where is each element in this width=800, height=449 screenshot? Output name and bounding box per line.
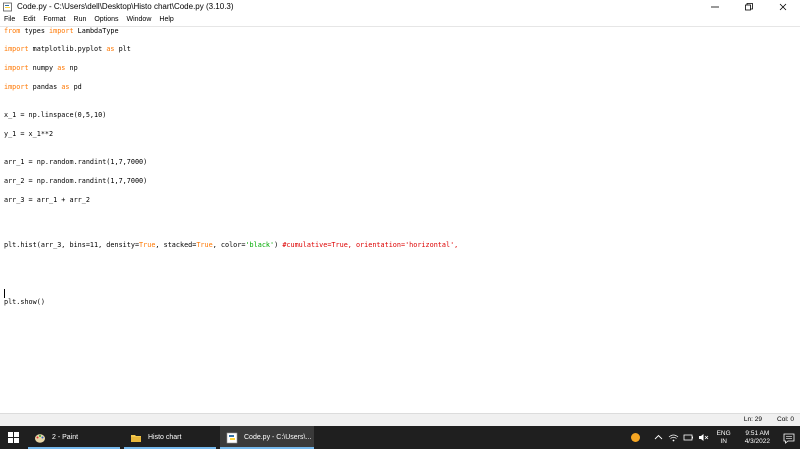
keyword: import (4, 83, 29, 91)
chevron-up-icon[interactable] (653, 432, 664, 444)
comment: #cumulative=True, orientation='horizonta… (282, 241, 459, 249)
windows-icon (7, 432, 19, 443)
code-line: import matplotlib.pyplot as plt (4, 45, 131, 54)
minimize-icon (711, 6, 719, 7)
keyword: True (196, 241, 213, 249)
keyword: as (106, 45, 115, 53)
keyword: import (49, 27, 74, 35)
code-line: arr_2 = np.random.randint(1,7,7000) (4, 177, 148, 185)
python-idle-icon (226, 432, 238, 444)
title-bar: Code.py - C:\Users\dell\Desktop\Histo ch… (0, 0, 800, 13)
code-text: plt.hist(arr_3, bins=11, density= (4, 241, 140, 249)
code-text: , stacked= (155, 241, 197, 249)
taskbar-item-folder[interactable]: Histo chart (124, 426, 216, 449)
menu-format[interactable]: Format (39, 16, 69, 23)
code-text: np (65, 64, 78, 72)
code-text: types (20, 27, 50, 35)
code-text: pd (69, 83, 82, 91)
taskbar-label: 2 - Paint (52, 434, 79, 441)
code-line: y_1 = x_1**2 (4, 130, 54, 138)
time: 9:51 AM (745, 429, 770, 437)
system-tray: ENG IN 9:51 AM 4/3/2022 (628, 426, 800, 449)
keyword: True (139, 241, 156, 249)
maximize-button[interactable] (732, 0, 766, 13)
menu-window[interactable]: Window (122, 16, 155, 23)
date: 4/3/2022 (744, 437, 770, 445)
taskbar-label: Code.py - C:\Users\... (244, 434, 312, 441)
code-text: matplotlib.pyplot (28, 45, 107, 53)
status-bar: Ln: 29 Col: 0 (0, 413, 800, 426)
code-line: import pandas as pd (4, 83, 82, 92)
restore-icon (745, 2, 753, 10)
notification-icon (783, 433, 795, 444)
code-line: import numpy as np (4, 64, 78, 73)
string-literal: 'black' (245, 241, 275, 249)
language-indicator[interactable]: ENG IN (717, 430, 731, 446)
python-icon (3, 2, 13, 12)
code-editor[interactable]: from types import LambdaType import matp… (0, 26, 800, 413)
code-text: LambdaType (73, 27, 119, 35)
taskbar-item-idle[interactable]: Code.py - C:\Users\... (220, 426, 314, 449)
menu-file[interactable]: File (0, 16, 19, 23)
menu-edit[interactable]: Edit (19, 16, 39, 23)
code-line: plt.hist(arr_3, bins=11, density=True, s… (4, 241, 458, 250)
code-line: arr_3 = arr_1 + arr_2 (4, 196, 90, 204)
taskbar-item-paint[interactable]: 2 - Paint (28, 426, 120, 449)
code-line: plt.show() (4, 298, 45, 306)
notification-button[interactable] (778, 426, 800, 449)
network-icon[interactable] (668, 432, 679, 444)
menu-help[interactable]: Help (155, 16, 177, 23)
close-button[interactable] (766, 0, 800, 13)
language-code: ENG (716, 429, 731, 437)
code-line: x_1 = np.linspace(0,5,10) (4, 111, 107, 119)
code-text: pandas (28, 83, 62, 91)
battery-icon[interactable] (683, 432, 694, 444)
start-button[interactable] (0, 426, 26, 449)
close-icon (779, 3, 787, 10)
code-line: from types import LambdaType (4, 27, 119, 36)
code-text: plt (114, 45, 131, 53)
minimize-button[interactable] (698, 0, 732, 13)
weather-icon[interactable] (630, 432, 641, 444)
code-text: numpy (28, 64, 58, 72)
text-cursor (4, 289, 5, 298)
menu-options[interactable]: Options (90, 16, 122, 23)
paint-icon (34, 432, 46, 444)
code-text: , color= (212, 241, 246, 249)
line-number: Ln: 29 (743, 416, 762, 423)
keyword: import (4, 64, 29, 72)
keyword: from (4, 27, 21, 35)
clock[interactable]: 9:51 AM 4/3/2022 (745, 430, 770, 446)
window-title: Code.py - C:\Users\dell\Desktop\Histo ch… (17, 2, 234, 11)
keyword: import (4, 45, 29, 53)
folder-icon (130, 432, 142, 444)
taskbar-label: Histo chart (148, 434, 182, 441)
menu-bar: File Edit Format Run Options Window Help (0, 13, 800, 25)
volume-muted-icon[interactable] (698, 432, 709, 444)
keyword: as (61, 83, 70, 91)
taskbar: 2 - Paint Histo chart Code.py - C:\Users… (0, 426, 800, 449)
column-number: Col: 0 (777, 416, 794, 423)
code-line: arr_1 = np.random.randint(1,7,7000) (4, 158, 148, 166)
region-code: IN (720, 437, 727, 445)
menu-run[interactable]: Run (70, 16, 91, 23)
